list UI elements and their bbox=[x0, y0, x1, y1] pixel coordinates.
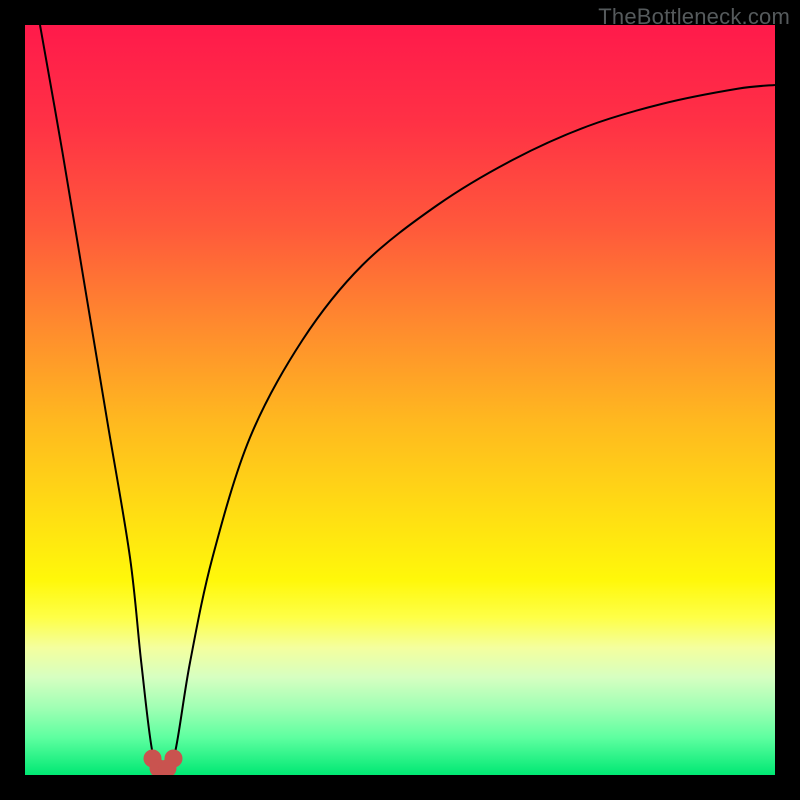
curve-path bbox=[40, 25, 775, 775]
chart-frame bbox=[25, 25, 775, 775]
marker-group bbox=[144, 750, 183, 776]
watermark-text: TheBottleneck.com bbox=[598, 4, 790, 30]
trough-marker bbox=[165, 750, 183, 768]
bottleneck-curve bbox=[25, 25, 775, 775]
